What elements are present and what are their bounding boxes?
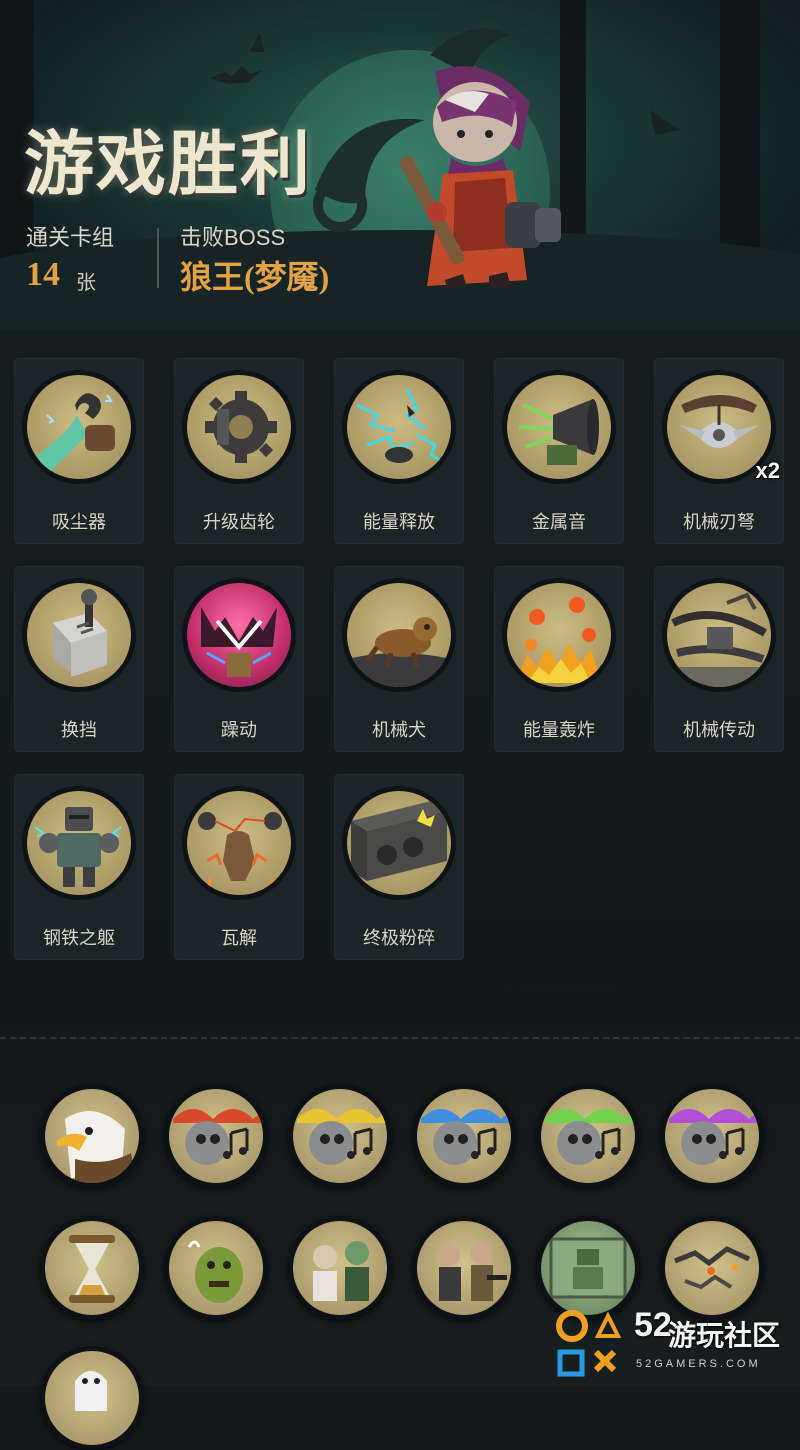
stat-divider bbox=[157, 228, 159, 288]
watermark-text: 游玩社区 bbox=[668, 1320, 781, 1351]
card-frame bbox=[342, 370, 456, 484]
metal-horn-icon bbox=[518, 399, 599, 465]
steel-body-icon bbox=[34, 807, 122, 887]
ultimate-crush-icon bbox=[351, 801, 447, 881]
controller-buttons-logo-icon bbox=[556, 1310, 622, 1377]
music-skull-yellow-icon bbox=[297, 1109, 387, 1165]
gear-shift-icon bbox=[53, 589, 107, 677]
card-frame bbox=[662, 578, 776, 692]
card-name: 金属音 bbox=[532, 512, 586, 532]
card-name: 终极粉碎 bbox=[363, 928, 435, 948]
card-name: 躁动 bbox=[221, 720, 257, 740]
card-name: 机械传动 bbox=[683, 720, 755, 740]
hourglass-icon bbox=[69, 1235, 115, 1303]
card-mech-dog[interactable]: 机械犬 bbox=[334, 566, 464, 752]
relic-music-skull-purple[interactable] bbox=[660, 1084, 764, 1188]
card-frame bbox=[502, 370, 616, 484]
card-ultimate-crush[interactable]: 终极粉碎 bbox=[334, 774, 464, 960]
gunmen-icon bbox=[438, 1242, 507, 1301]
mech-transmission-icon bbox=[667, 592, 771, 687]
relic-ghost[interactable] bbox=[40, 1346, 144, 1450]
card-frame bbox=[182, 786, 296, 900]
mech-dog-icon bbox=[347, 617, 451, 687]
vacuum-icon bbox=[37, 393, 115, 475]
relic-music-skull-red[interactable] bbox=[164, 1084, 268, 1188]
relic-eagle[interactable] bbox=[40, 1084, 144, 1188]
deck-label: 通关卡组 bbox=[26, 225, 115, 250]
card-name: 机械犬 bbox=[372, 720, 426, 740]
music-skull-green-icon bbox=[545, 1109, 635, 1165]
music-skull-red-icon bbox=[173, 1109, 263, 1165]
card-name: 升级齿轮 bbox=[203, 512, 275, 532]
gear-icon bbox=[205, 391, 277, 463]
watermark: 52 游玩社区 52GAMERS.COM bbox=[548, 1300, 800, 1386]
card-disintegrate[interactable]: 瓦解 bbox=[174, 774, 304, 960]
disintegrate-icon bbox=[198, 812, 282, 890]
card-count-badge: x2 bbox=[755, 458, 780, 483]
card-mech-transmission[interactable]: 机械传动 bbox=[654, 566, 784, 752]
relic-music-skull-yellow[interactable] bbox=[288, 1084, 392, 1188]
hero-character bbox=[399, 66, 561, 288]
card-frame bbox=[182, 370, 296, 484]
energy-release-icon bbox=[356, 388, 446, 465]
card-energy-bombard[interactable]: 能量轰炸 bbox=[494, 566, 624, 752]
card-name: 机械刃弩 bbox=[683, 512, 755, 532]
card-blade-crossbow[interactable]: x2 机械刃弩 bbox=[654, 358, 784, 544]
card-vacuum[interactable]: 吸尘器 bbox=[14, 358, 144, 544]
card-frame bbox=[182, 578, 296, 692]
card-energy-release[interactable]: 能量释放 bbox=[334, 358, 464, 544]
card-frenzy[interactable]: 躁动 bbox=[174, 566, 304, 752]
relic-zombie-duo[interactable] bbox=[288, 1216, 392, 1320]
section-divider bbox=[0, 1037, 800, 1039]
card-name: 换挡 bbox=[61, 720, 97, 740]
card-frame bbox=[502, 578, 616, 692]
card-frame bbox=[342, 786, 456, 900]
ogre-icon bbox=[187, 1240, 243, 1303]
deck-unit: 张 bbox=[76, 272, 96, 294]
card-frame bbox=[22, 370, 136, 484]
card-name: 能量释放 bbox=[363, 512, 435, 532]
music-skull-blue-icon bbox=[421, 1109, 511, 1165]
frenzy-icon bbox=[201, 607, 277, 677]
relic-music-skull-green[interactable] bbox=[536, 1084, 640, 1188]
eagle-icon bbox=[57, 1111, 137, 1183]
zombie-duo-icon bbox=[313, 1241, 369, 1301]
boss-name: 狼王(梦魇) bbox=[180, 259, 330, 295]
page-title: 游戏胜利 bbox=[24, 127, 312, 204]
card-frame bbox=[342, 578, 456, 692]
relic-ogre[interactable] bbox=[164, 1216, 268, 1320]
card-upgrade-gear[interactable]: 升级齿轮 bbox=[174, 358, 304, 544]
watermark-url: 52GAMERS.COM bbox=[636, 1358, 761, 1370]
relic-music-skull-blue[interactable] bbox=[412, 1084, 516, 1188]
watermark-number: 52 bbox=[634, 1306, 672, 1344]
relic-gunmen[interactable] bbox=[412, 1216, 516, 1320]
ghost-icon bbox=[75, 1371, 107, 1411]
card-gear-shift[interactable]: 换挡 bbox=[14, 566, 144, 752]
card-name: 瓦解 bbox=[221, 928, 257, 948]
card-metal-sound[interactable]: 金属音 bbox=[494, 358, 624, 544]
boss-label: 击败BOSS bbox=[180, 225, 286, 250]
relic-hourglass[interactable] bbox=[40, 1216, 144, 1320]
card-steel-body[interactable]: 钢铁之躯 bbox=[14, 774, 144, 960]
music-skull-purple-icon bbox=[669, 1109, 759, 1165]
card-frame bbox=[22, 786, 136, 900]
energy-bombard-icon bbox=[517, 597, 601, 683]
card-frame bbox=[22, 578, 136, 692]
card-name: 吸尘器 bbox=[52, 512, 106, 532]
card-name: 能量轰炸 bbox=[523, 720, 595, 740]
card-name: 钢铁之躯 bbox=[43, 928, 115, 948]
deck-count: 14 bbox=[26, 256, 60, 293]
